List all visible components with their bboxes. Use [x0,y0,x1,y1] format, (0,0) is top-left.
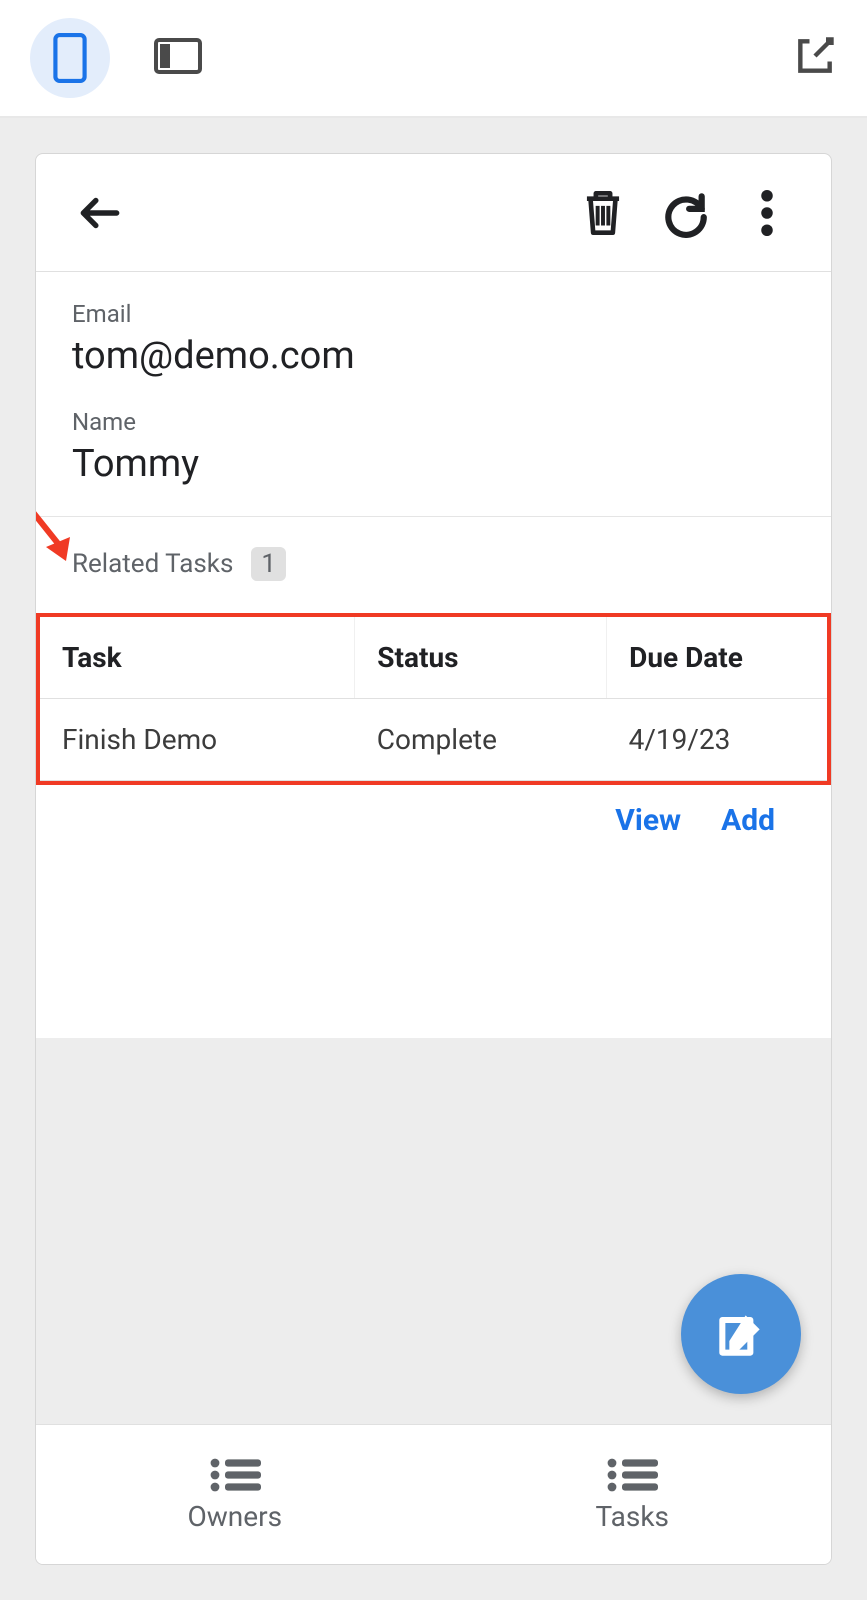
device-frame: Email tom@demo.com Name Tommy Related Ta… [0,118,867,1600]
view-button[interactable]: View [615,803,681,838]
phone-icon [52,33,88,83]
lower-area [36,1038,831,1424]
col-status[interactable]: Status [355,617,607,699]
related-tasks-table: Task Status Due Date Finish Demo Complet… [40,617,827,781]
email-value: tom@demo.com [72,334,795,378]
cell-status: Complete [355,699,607,781]
cell-due: 4/19/23 [607,699,827,781]
list-icon [209,1456,261,1494]
phone-card: Email tom@demo.com Name Tommy Related Ta… [35,153,832,1565]
delete-button[interactable] [567,177,639,249]
back-button[interactable] [64,177,136,249]
cell-task: Finish Demo [40,699,355,781]
related-tasks-section: Related Tasks 1 Task Status Due Date [36,517,831,848]
list-icon [606,1456,658,1494]
content-area: Email tom@demo.com Name Tommy Related Ta… [36,272,831,1564]
refresh-icon [660,188,710,238]
nav-owners-label: Owners [187,1500,282,1533]
phone-preview-toggle[interactable] [30,18,110,98]
more-vertical-icon [761,190,773,236]
back-arrow-icon [75,188,125,238]
email-label: Email [72,300,795,328]
name-label: Name [72,408,795,436]
col-due-date[interactable]: Due Date [607,617,827,699]
trash-icon [581,188,625,238]
tablet-preview-toggle[interactable] [154,38,202,78]
open-external-icon [793,34,837,78]
nav-tasks[interactable]: Tasks [434,1425,832,1564]
related-tasks-actions: View Add [72,785,795,848]
bottom-nav: Owners Tasks [36,1424,831,1564]
white-spacer [36,848,831,1038]
related-tasks-count: 1 [251,547,286,581]
edit-fab[interactable] [681,1274,801,1394]
device-preview-bar [0,0,867,118]
name-value: Tommy [72,442,795,486]
tablet-icon [154,38,202,74]
app-header [36,154,831,272]
edit-icon [713,1306,769,1362]
refresh-button[interactable] [649,177,721,249]
nav-owners[interactable]: Owners [36,1425,434,1564]
open-external-button[interactable] [793,34,837,82]
col-task[interactable]: Task [40,617,355,699]
add-button[interactable]: Add [721,803,775,838]
related-tasks-title: Related Tasks [72,549,233,579]
nav-tasks-label: Tasks [596,1500,670,1533]
annotation-arrow-icon [35,495,86,575]
details-section: Email tom@demo.com Name Tommy [36,272,831,517]
more-menu-button[interactable] [731,177,803,249]
related-tasks-table-highlight: Task Status Due Date Finish Demo Complet… [36,613,831,785]
table-row[interactable]: Finish Demo Complete 4/19/23 [40,699,827,781]
